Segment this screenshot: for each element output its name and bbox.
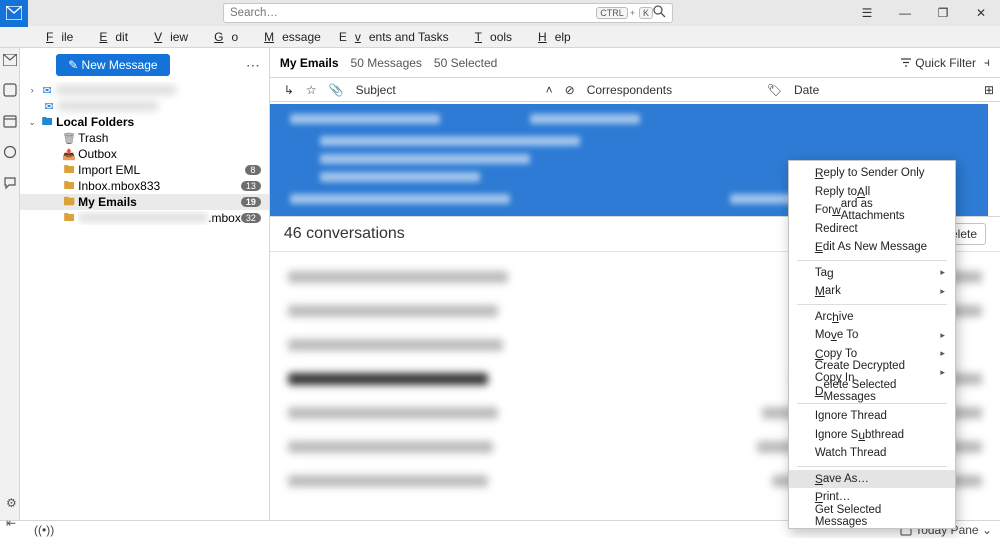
- folder-pane-options-icon[interactable]: ⋯: [246, 57, 261, 74]
- col-date[interactable]: Date: [788, 83, 978, 97]
- ctx-move-to[interactable]: Move To▸: [789, 326, 955, 345]
- ctx-get-selected[interactable]: Get Selected Messages: [789, 507, 955, 526]
- collapse-spaces-icon[interactable]: ⇤: [6, 516, 16, 530]
- conversation-count: 46 conversations: [284, 225, 405, 243]
- menu-edit[interactable]: Edit: [83, 28, 136, 46]
- ctx-redirect[interactable]: Redirect: [789, 220, 955, 239]
- col-star-icon[interactable]: ☆: [300, 83, 323, 97]
- folder-mbox[interactable]: 🖿.mbox32: [20, 210, 269, 226]
- folder-inbox-mbox833[interactable]: 🖿Inbox.mbox83313: [20, 178, 269, 194]
- maximize-button[interactable]: ❐: [924, 0, 962, 26]
- ctx-save-as[interactable]: Save As…: [789, 470, 955, 489]
- menu-tools[interactable]: Tools: [459, 28, 520, 46]
- column-headers: ↳ ☆ 📎 Subject ˄ ⊘ Correspondents 🏷 Date …: [270, 78, 1000, 102]
- ctx-archive[interactable]: Archive: [789, 308, 955, 327]
- minimize-button[interactable]: —: [886, 0, 924, 26]
- folder-title: My Emails: [280, 56, 339, 70]
- context-menu: Reply to Sender Only Reply to All Forwar…: [788, 160, 956, 529]
- search-field[interactable]: CTRL + K: [223, 3, 673, 23]
- col-subject[interactable]: Subject: [350, 83, 540, 97]
- folder-outbox[interactable]: 📤Outbox: [20, 146, 269, 162]
- menubar: File Edit View Go Message Events and Tas…: [0, 26, 1000, 48]
- ctx-mark[interactable]: Mark▸: [789, 282, 955, 301]
- col-tag-icon[interactable]: 🏷: [761, 83, 788, 97]
- search-input[interactable]: [230, 7, 594, 19]
- app-icon: [0, 0, 28, 27]
- hamburger-icon[interactable]: ☰: [848, 0, 886, 26]
- menu-help[interactable]: Help: [522, 28, 579, 46]
- ctx-reply-sender[interactable]: Reply to Sender Only: [789, 164, 955, 183]
- kbd-ctrl: CTRL: [596, 7, 628, 19]
- chat-icon[interactable]: [3, 176, 17, 193]
- tasks-icon[interactable]: [3, 145, 17, 162]
- ctx-edit-new[interactable]: Edit As New Message: [789, 238, 955, 257]
- account-row[interactable]: ›✉: [20, 82, 269, 98]
- search-icon[interactable]: [653, 5, 666, 21]
- menu-file[interactable]: File: [30, 28, 81, 46]
- ctx-tag[interactable]: Tag▸: [789, 264, 955, 283]
- col-attachment-icon[interactable]: 📎: [323, 83, 350, 97]
- menu-view[interactable]: View: [138, 28, 196, 46]
- spaces-toolbar: [0, 48, 20, 520]
- settings-gear-icon[interactable]: ⚙: [6, 496, 17, 510]
- quick-filter-button[interactable]: Quick Filter: [900, 56, 976, 70]
- folder-trash[interactable]: 🗑Trash: [20, 130, 269, 146]
- col-spam-icon[interactable]: ⊘: [559, 83, 581, 97]
- chevron-down-icon: ⌄: [982, 523, 992, 537]
- local-folders-row[interactable]: ⌄🖿Local Folders: [20, 114, 269, 130]
- ctx-ignore-subthread[interactable]: Ignore Subthread: [789, 426, 955, 445]
- kbd-plus: +: [628, 8, 637, 18]
- menu-go[interactable]: Go: [198, 28, 246, 46]
- calendar-icon[interactable]: [3, 114, 17, 131]
- titlebar: CTRL + K ☰ — ❐ ✕: [0, 0, 1000, 26]
- col-correspondents[interactable]: Correspondents: [581, 83, 761, 97]
- selected-count: 50 Selected: [434, 56, 497, 70]
- folder-tree: ›✉ ✉ ⌄🖿Local Folders 🗑Trash 📤Outbox 🖿Imp…: [20, 82, 269, 520]
- message-count: 50 Messages: [351, 56, 422, 70]
- folder-my-emails[interactable]: 🖿My Emails19: [20, 194, 269, 210]
- ctx-watch-thread[interactable]: Watch Thread: [789, 444, 955, 463]
- col-threads-icon[interactable]: ↳: [278, 83, 300, 97]
- col-picker-icon[interactable]: ⊞: [978, 83, 1000, 97]
- menu-events-tasks[interactable]: Events and Tasks: [331, 28, 457, 46]
- ctx-delete-selected[interactable]: Delete Selected Messages: [789, 382, 955, 401]
- account-row[interactable]: ✉: [20, 98, 269, 114]
- mail-space-icon[interactable]: [3, 54, 17, 69]
- kbd-k: K: [639, 7, 653, 19]
- ctx-ignore-thread[interactable]: Ignore Thread: [789, 407, 955, 426]
- window-controls: ☰ — ❐ ✕: [848, 0, 1000, 26]
- menu-message[interactable]: Message: [248, 28, 329, 46]
- folder-import-eml[interactable]: 🖿Import EML8: [20, 162, 269, 178]
- sort-up-icon[interactable]: ˄: [540, 83, 559, 97]
- folder-header: My Emails 50 Messages 50 Selected Quick …: [270, 48, 1000, 78]
- ctx-forward-attachments[interactable]: Forward as Attachments: [789, 201, 955, 220]
- close-button[interactable]: ✕: [962, 0, 1000, 26]
- message-area: My Emails 50 Messages 50 Selected Quick …: [270, 48, 1000, 520]
- new-message-button[interactable]: ✎ New Message: [56, 54, 169, 76]
- display-options-icon[interactable]: ⫞: [984, 55, 990, 70]
- addressbook-icon[interactable]: [3, 83, 17, 100]
- folder-pane: ✎ New Message ⋯ ›✉ ✉ ⌄🖿Local Folders 🗑Tr…: [20, 48, 270, 520]
